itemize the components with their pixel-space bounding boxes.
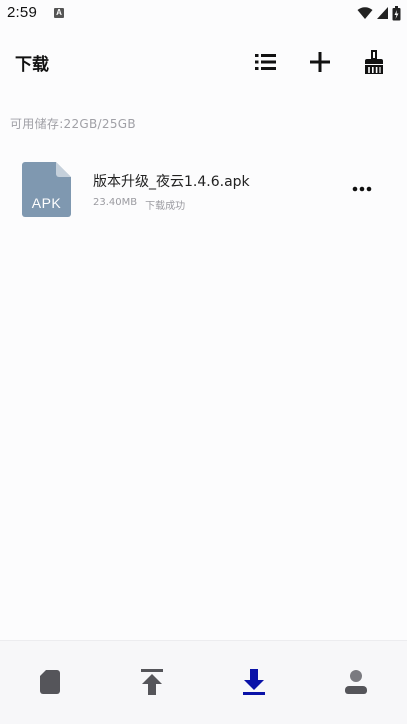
more-icon	[352, 186, 372, 192]
nav-files[interactable]	[30, 665, 70, 699]
list-view-button[interactable]	[252, 48, 280, 76]
download-icon	[243, 669, 265, 695]
profile-icon	[345, 670, 367, 694]
page-title: 下载	[15, 55, 49, 75]
clean-button[interactable]	[360, 48, 388, 76]
nav-profile[interactable]	[336, 665, 376, 699]
file-name: 版本升级_夜云1.4.6.apk	[93, 174, 250, 190]
file-size: 23.40MB	[93, 197, 138, 208]
status-icons	[357, 5, 401, 21]
file-icon	[40, 670, 60, 694]
storage-info: 可用储存:22GB/25GB	[10, 117, 136, 131]
file-meta: 23.40MB 下载成功	[93, 197, 185, 212]
wifi-icon	[357, 7, 373, 19]
download-status: 下载成功	[145, 201, 186, 212]
app-bar: 下载	[0, 40, 407, 84]
apk-file-icon: APK	[22, 162, 71, 217]
nav-upload[interactable]	[132, 665, 172, 699]
battery-icon	[392, 5, 401, 20]
bottom-nav	[0, 640, 407, 724]
nav-download[interactable]	[234, 665, 274, 699]
file-type-label: APK	[31, 195, 62, 211]
broom-icon	[365, 50, 383, 74]
more-options-button[interactable]	[346, 179, 378, 199]
notification-icon: A	[54, 8, 64, 18]
upload-icon	[141, 669, 163, 695]
add-button[interactable]	[306, 48, 334, 76]
plus-icon	[310, 52, 330, 72]
list-icon	[255, 54, 276, 70]
file-list-item[interactable]: APK 版本升级_夜云1.4.6.apk 23.40MB 下载成功	[0, 155, 407, 225]
signal-icon	[377, 7, 388, 19]
status-time: 2:59	[7, 4, 37, 21]
status-bar: 2:59 A	[0, 0, 407, 28]
